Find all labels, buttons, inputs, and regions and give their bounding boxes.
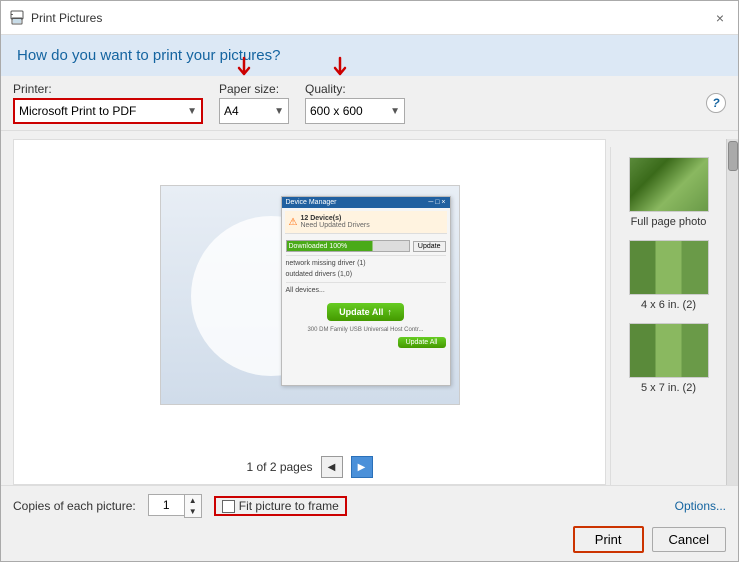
printer-select[interactable]: Microsoft Print to PDF ▼ — [13, 98, 203, 124]
cancel-button[interactable]: Cancel — [652, 527, 726, 552]
update-all-btn[interactable]: Update All ↑ — [327, 303, 404, 321]
fit-picture-label: Fit picture to frame — [239, 499, 339, 513]
main-area: Device Manager ─ □ × ⚠ 12 Device(s) Need… — [1, 131, 738, 485]
fit-picture-checkbox-wrap[interactable]: Fit picture to frame — [214, 496, 347, 516]
paper-size-value: A4 — [224, 104, 239, 118]
warning-icon: ⚠ — [289, 217, 298, 228]
paper-size-select[interactable]: A4 ▼ — [219, 98, 289, 124]
update-btn[interactable]: Update — [413, 241, 446, 252]
thumb-4x6-image — [629, 240, 709, 295]
action-buttons-row: Print Cancel — [13, 526, 726, 553]
thumb-full-page-label: Full page photo — [631, 216, 707, 228]
header-text: How do you want to print your pictures? — [1, 35, 738, 76]
paper-size-dropdown-arrow: ▼ — [274, 106, 284, 117]
annotation-arrow-paper — [229, 56, 259, 84]
title-bar: Print Pictures × — [1, 1, 738, 35]
options-link[interactable]: Options... — [675, 499, 726, 513]
thumb-5x7-bg — [630, 324, 708, 377]
preview-window: Device Manager ─ □ × ⚠ 12 Device(s) Need… — [281, 196, 451, 386]
driver-alert: ⚠ 12 Device(s) Need Updated Drivers — [285, 211, 447, 234]
preview-window-title: Device Manager ─ □ × — [282, 197, 450, 208]
copies-input[interactable] — [148, 494, 184, 516]
scrollbar-thumb[interactable] — [728, 141, 738, 171]
thumb-4x6-label: 4 x 6 in. (2) — [641, 299, 696, 311]
print-button[interactable]: Print — [573, 526, 644, 553]
preview-screenshot: Device Manager ─ □ × ⚠ 12 Device(s) Need… — [160, 185, 460, 405]
thumb-full-page-image — [629, 157, 709, 212]
thumb-4x6-bg — [630, 241, 708, 294]
thumbnails-panel: Full page photo 4 x 6 in. (2) 5 x 7 in. … — [610, 147, 726, 485]
bottom-area: Copies of each picture: ▲ ▼ Fit picture … — [1, 485, 738, 561]
copies-up-button[interactable]: ▲ — [185, 495, 201, 506]
printer-label: Printer: — [13, 82, 203, 96]
quality-select[interactable]: 600 x 600 ▼ — [305, 98, 405, 124]
thumb-4x6[interactable]: 4 x 6 in. (2) — [615, 234, 722, 317]
print-dialog: Print Pictures × How do you want to prin… — [0, 0, 739, 562]
help-button[interactable]: ? — [706, 93, 726, 113]
print-dialog-icon — [9, 10, 25, 26]
paper-size-field: Paper size: A4 ▼ — [219, 82, 289, 124]
thumb-full-page[interactable]: Full page photo — [615, 151, 722, 234]
thumb-full-page-bg — [630, 158, 708, 211]
quality-label: Quality: — [305, 82, 405, 96]
bottom-controls-row: Copies of each picture: ▲ ▼ Fit picture … — [13, 494, 726, 518]
quality-field: Quality: 600 x 600 ▼ — [305, 82, 405, 124]
alert-text: 12 Device(s) — [300, 215, 369, 222]
annotation-arrow-quality — [325, 56, 355, 84]
thumbnails-outer: Full page photo 4 x 6 in. (2) 5 x 7 in. … — [610, 139, 738, 485]
preview-panel: Device Manager ─ □ × ⚠ 12 Device(s) Need… — [13, 139, 606, 485]
copies-input-wrap: ▲ ▼ — [148, 494, 202, 518]
paper-size-label: Paper size: — [219, 82, 289, 96]
thumb-5x7-image — [629, 323, 709, 378]
toolbar-row: Printer: Microsoft Print to PDF ▼ Paper … — [1, 76, 738, 131]
dialog-title: Print Pictures — [31, 11, 102, 25]
preview-image-area: Device Manager ─ □ × ⚠ 12 Device(s) Need… — [14, 140, 605, 450]
copies-label: Copies of each picture: — [13, 499, 136, 513]
page-indicator: 1 of 2 pages — [246, 460, 312, 474]
copies-spinners: ▲ ▼ — [184, 494, 202, 518]
quality-dropdown-arrow: ▼ — [390, 106, 400, 117]
thumb-5x7[interactable]: 5 x 7 in. (2) — [615, 317, 722, 400]
fit-picture-checkbox[interactable] — [222, 500, 235, 513]
title-bar-left: Print Pictures — [9, 10, 102, 26]
printer-value: Microsoft Print to PDF — [19, 104, 136, 118]
printer-dropdown-arrow: ▼ — [187, 106, 197, 117]
prev-page-button[interactable]: ◀ — [321, 456, 343, 478]
scrollbar-track[interactable] — [726, 139, 738, 485]
alert-sub: Need Updated Drivers — [300, 222, 369, 229]
quality-value: 600 x 600 — [310, 104, 363, 118]
thumb-5x7-label: 5 x 7 in. (2) — [641, 382, 696, 394]
downloaded-bar: Downloaded 100% — [286, 240, 410, 252]
printer-field: Printer: Microsoft Print to PDF ▼ — [13, 82, 203, 124]
next-page-button[interactable]: ▶ — [351, 456, 373, 478]
close-button[interactable]: × — [710, 8, 730, 28]
update-all-btn-2[interactable]: Update All — [398, 337, 446, 348]
page-navigation: 1 of 2 pages ◀ ▶ — [246, 456, 372, 478]
copies-down-button[interactable]: ▼ — [185, 506, 201, 517]
